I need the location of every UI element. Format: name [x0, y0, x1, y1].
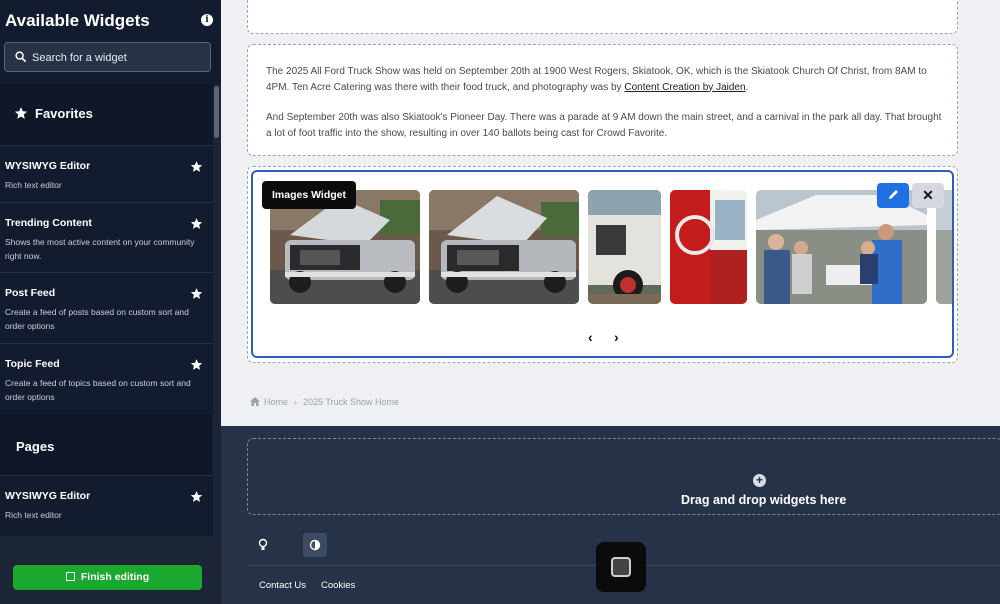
footer-link-cookies[interactable]: Cookies: [321, 580, 355, 591]
images-widget-frame[interactable]: Images Widget ✕ ‹ ›: [251, 170, 954, 358]
widget-name: Trending Content: [5, 217, 92, 229]
edit-widget-button[interactable]: [877, 183, 909, 208]
save-icon: [65, 572, 75, 581]
widget-item-wysiwyg-editor-pages[interactable]: WYSIWYG Editor Rich text editor: [0, 475, 213, 535]
widget-name: WYSIWYG Editor: [5, 490, 91, 502]
info-icon[interactable]: i: [201, 14, 213, 26]
widget-item-post-feed[interactable]: Post Feed Create a feed of posts based o…: [0, 272, 213, 343]
carousel-image-2[interactable]: [429, 190, 579, 304]
footer-link-contact[interactable]: Contact Us: [259, 580, 306, 591]
carousel-image-3[interactable]: [588, 190, 661, 304]
contrast-icon: [309, 539, 321, 551]
theme-dark-button[interactable]: [277, 533, 301, 557]
widget-name: Topic Feed: [5, 358, 60, 370]
widget-description: Create a feed of posts based on custom s…: [5, 307, 189, 331]
images-widget-block[interactable]: Images Widget ✕ ‹ ›: [247, 166, 958, 363]
widget-name: Post Feed: [5, 287, 56, 299]
sidebar-header: Available Widgets i: [0, 0, 221, 40]
favorites-section-header[interactable]: Favorites: [0, 84, 213, 145]
sidebar-scrollbar-thumb[interactable]: [214, 86, 219, 138]
remove-widget-button[interactable]: ✕: [912, 183, 944, 208]
favorite-star-icon[interactable]: [190, 287, 203, 300]
drop-zone-label: Drag and drop widgets here: [681, 493, 847, 507]
paragraph-1-end: .: [745, 81, 749, 93]
carousel-image-4[interactable]: [670, 190, 747, 304]
widget-name: WYSIWYG Editor: [5, 160, 91, 172]
layout-icon: [611, 557, 631, 577]
paragraph-1-text: The 2025 All Ford Truck Show was held on…: [266, 66, 927, 93]
lightbulb-icon: [258, 538, 268, 550]
carousel-next-button[interactable]: ›: [614, 329, 619, 345]
favorite-star-icon[interactable]: [190, 160, 203, 173]
widget-search[interactable]: [4, 42, 211, 72]
moon-icon: [286, 540, 291, 550]
widget-list: Favorites WYSIWYG Editor Rich text edito…: [0, 84, 213, 536]
photo-car-engine-2: [429, 190, 579, 304]
widget-description: Rich text editor: [5, 510, 62, 520]
content-creation-link[interactable]: Content Creation by Jaiden: [624, 82, 745, 93]
sidebar-title: Available Widgets: [5, 11, 150, 30]
sidebar-scrollbar-track[interactable]: [213, 84, 221, 536]
favorite-star-icon[interactable]: [190, 490, 203, 503]
favorite-star-icon[interactable]: [190, 217, 203, 230]
breadcrumb-separator: ›: [294, 397, 298, 407]
widget-item-wysiwyg-editor[interactable]: WYSIWYG Editor Rich text editor: [0, 145, 213, 202]
theme-light-button[interactable]: [251, 533, 275, 557]
widget-description: Create a feed of topics based on custom …: [5, 378, 191, 402]
breadcrumb: Home › 2025 Truck Show Home: [250, 397, 399, 407]
pages-section-header[interactable]: Pages: [0, 414, 213, 475]
widget-block-top[interactable]: [247, 0, 958, 34]
widget-sidebar: Available Widgets i Favorites WYSIWYG Ed…: [0, 0, 221, 604]
breadcrumb-current[interactable]: 2025 Truck Show Home: [303, 397, 399, 407]
widget-description: Shows the most active content on your co…: [5, 237, 195, 261]
carousel-prev-button[interactable]: ‹: [588, 329, 593, 345]
widget-item-topic-feed[interactable]: Topic Feed Create a feed of topics based…: [0, 343, 213, 414]
star-icon: [14, 107, 28, 119]
photo-white-truck: [588, 190, 661, 304]
text-widget-block[interactable]: The 2025 All Ford Truck Show was held on…: [247, 44, 958, 156]
widget-item-trending-content[interactable]: Trending Content Shows the most active c…: [0, 202, 213, 272]
photo-red-interior: [670, 190, 747, 304]
home-icon: [250, 397, 260, 406]
page-canvas: The 2025 All Ford Truck Show was held on…: [221, 0, 1000, 426]
breadcrumb-home[interactable]: Home: [264, 397, 288, 407]
widget-description: Rich text editor: [5, 180, 62, 190]
pages-label: Pages: [16, 439, 55, 454]
floating-toolbar-button[interactable]: [596, 542, 646, 592]
paragraph-1: The 2025 All Ford Truck Show was held on…: [266, 64, 942, 95]
favorites-label: Favorites: [35, 106, 93, 121]
favorite-star-icon[interactable]: [190, 358, 203, 371]
images-widget-label: Images Widget: [262, 181, 357, 209]
paragraph-2: And September 20th was also Skiatook's P…: [266, 112, 942, 139]
search-icon: [15, 51, 26, 62]
finish-editing-button[interactable]: Finish editing: [13, 565, 202, 590]
widget-drop-zone[interactable]: + Drag and drop widgets here: [247, 438, 1000, 515]
plus-icon: +: [753, 474, 766, 487]
finish-editing-label: Finish editing: [80, 571, 150, 583]
pencil-icon: [889, 190, 898, 199]
theme-auto-button[interactable]: [303, 533, 327, 557]
widget-search-input[interactable]: [32, 48, 202, 68]
sidebar-footer: Finish editing: [0, 536, 221, 604]
